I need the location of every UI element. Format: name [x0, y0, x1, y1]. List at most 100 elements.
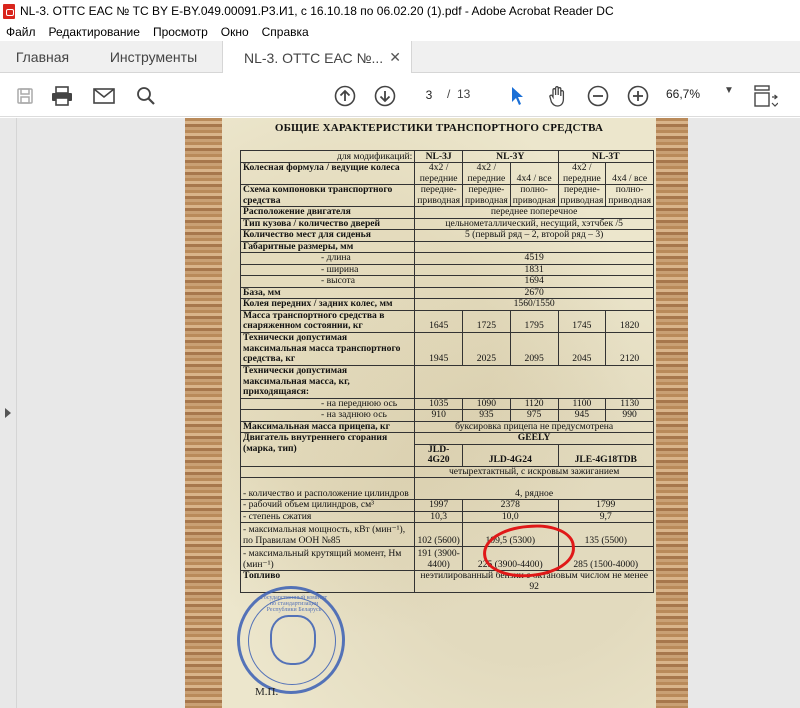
email-icon[interactable]: [91, 83, 117, 109]
navigation-pane-strip[interactable]: [0, 118, 17, 708]
print-icon[interactable]: [49, 83, 75, 109]
fit-page-icon[interactable]: [750, 83, 780, 109]
menu-file[interactable]: Файл: [0, 25, 43, 39]
page-number-input[interactable]: 3: [412, 84, 446, 106]
wheel-cell: 4x4 / все: [509, 162, 559, 185]
model-nl3y: NL-3Y: [462, 150, 559, 163]
compression-label: - степень сжатия: [239, 510, 416, 523]
gvw-cell: 2120: [605, 331, 654, 366]
curb-mass-cell: 1820: [605, 309, 654, 333]
displacement-label: - рабочий объем цилиндров, см³: [239, 499, 416, 512]
menu-window[interactable]: Окно: [215, 25, 256, 39]
gvw-cell: 1945: [414, 331, 464, 366]
body-value: цельнометаллический, несущий, хэтчбек /5: [414, 217, 654, 230]
toolbar: 3 / 13 66,7% ▼: [0, 73, 800, 117]
layout-cell: полно-приводная: [509, 184, 559, 207]
close-tab-icon[interactable]: ✕: [389, 49, 401, 66]
wheel-cell: 4x2 / передние: [414, 162, 464, 185]
wheel-cell: 4x4 / все: [605, 162, 654, 185]
document-heading: ОБЩИЕ ХАРАКТЕРИСТИКИ ТРАНСПОРТНОГО СРЕДС…: [274, 122, 604, 134]
zoom-level[interactable]: 66,7%: [666, 87, 700, 101]
engine-position-label: Расположение двигателя: [239, 206, 416, 219]
width-value: 1831: [414, 263, 654, 276]
official-stamp: Государственный комитет по стандартизаци…: [237, 586, 345, 694]
gvw-cell: 2025: [462, 331, 511, 366]
dimensions-value: [414, 240, 654, 253]
menu-help[interactable]: Справка: [256, 25, 316, 39]
engine-position-value: переднее поперечное: [414, 206, 654, 219]
rear-axle-cell: 975: [509, 409, 559, 422]
compression-cell: 10,3: [414, 510, 464, 523]
rear-axle-label: - на заднюю ось: [239, 409, 416, 422]
front-axle-cell: 1130: [605, 397, 654, 410]
power-cell: 102 (5600): [414, 522, 464, 547]
save-icon[interactable]: [12, 83, 38, 109]
acrobat-pdf-icon: [3, 3, 15, 19]
gvw-cell: 2095: [509, 331, 559, 366]
zoom-in-icon[interactable]: [625, 83, 651, 109]
gvw-cell: 2045: [557, 331, 607, 366]
curb-mass-cell: 1745: [557, 309, 607, 333]
seal-place-label: М.П.: [255, 686, 279, 698]
trailer-value: буксировка прицепа не предусмотрена: [414, 420, 654, 433]
curb-mass-label: Масса транспортного средства в снаряженн…: [239, 309, 416, 333]
axle-mass-value: [414, 364, 654, 399]
model-nl3j: NL-3J: [414, 150, 464, 163]
front-axle-cell: 1100: [557, 397, 607, 410]
search-icon[interactable]: [133, 83, 159, 109]
layout-cell: передне-приводная: [414, 184, 464, 207]
select-cursor-icon[interactable]: [504, 83, 530, 109]
layout-cell: передне-приводная: [462, 184, 511, 207]
engine-label: Двигатель внутреннего сгорания (марка, т…: [239, 432, 416, 467]
width-label: - ширина: [239, 263, 416, 276]
power-label: - максимальная мощность, кВт (мин⁻¹), по…: [239, 522, 416, 547]
spec-table: для модификаций: NL-3J NL-3Y NL-3T Колес…: [239, 150, 655, 593]
tab-tools[interactable]: Инструменты: [85, 41, 222, 73]
front-axle-cell: 1120: [509, 397, 559, 410]
expand-pane-icon[interactable]: [5, 408, 11, 418]
axle-mass-label: Технически допустимая максимальная масса…: [239, 364, 416, 399]
menu-view[interactable]: Просмотр: [147, 25, 215, 39]
page-down-icon[interactable]: [372, 83, 398, 109]
torque-cell: 191 (3900-4400): [414, 546, 464, 571]
dimensions-label: Габаритные размеры, мм: [239, 240, 416, 253]
vertical-scrollbar[interactable]: [792, 118, 800, 708]
tab-home[interactable]: Главная: [0, 41, 85, 73]
curb-mass-cell: 1725: [462, 309, 511, 333]
title-bar: NL-3. ОТТС ЕАС № ТС BY E-BY.049.00091.Р3…: [0, 0, 800, 22]
seats-label: Количество мест для сиденья: [239, 229, 416, 242]
page-separator: /: [447, 87, 451, 101]
page-total: 13: [457, 87, 471, 101]
zoom-out-icon[interactable]: [585, 83, 611, 109]
layout-label: Схема компоновки транспортного средства: [239, 184, 416, 207]
menu-edit[interactable]: Редактирование: [43, 25, 147, 39]
wheel-formula-label: Колесная формула / ведущие колеса: [239, 162, 416, 185]
length-value: 4519: [414, 252, 654, 265]
tab-document-label: NL-3. ОТТС ЕАС №...: [244, 49, 384, 66]
engine-model: JLE-4G18TDB: [557, 443, 655, 467]
wheel-cell: 4x2 / передние: [557, 162, 607, 185]
seats-value: 5 (первый ряд – 2, второй ряд – 3): [414, 229, 654, 242]
displacement-cell: 1799: [557, 499, 655, 512]
zoom-dropdown-icon[interactable]: ▼: [724, 85, 734, 96]
track-value: 1560/1550: [414, 298, 654, 311]
stamp-text: Государственный комитет по стандартизаци…: [260, 595, 328, 613]
compression-cell: 9,7: [557, 510, 655, 523]
model-nl3t: NL-3T: [557, 150, 655, 163]
page-up-icon[interactable]: [332, 83, 358, 109]
rear-axle-cell: 935: [462, 409, 511, 422]
menu-bar: Файл Редактирование Просмотр Окно Справк…: [0, 22, 800, 41]
hand-icon[interactable]: [545, 83, 571, 109]
height-label: - высота: [239, 275, 416, 288]
rear-axle-cell: 910: [414, 409, 464, 422]
cylinders-value: 4, рядное: [414, 477, 654, 500]
tab-document[interactable]: NL-3. ОТТС ЕАС №... ✕: [222, 41, 412, 74]
curb-mass-cell: 1795: [509, 309, 559, 333]
wheel-cell: 4x2 / передние: [462, 162, 511, 185]
torque-label: - максимальный крутящий момент, Нм (мин⁻…: [239, 546, 416, 571]
engine-model: JLD-4G20: [414, 443, 464, 467]
front-axle-cell: 1090: [462, 397, 511, 410]
document-viewer[interactable]: ОБЩИЕ ХАРАКТЕРИСТИКИ ТРАНСПОРТНОГО СРЕДС…: [0, 118, 800, 708]
trailer-label: Максимальная масса прицепа, кг: [239, 420, 416, 433]
compression-cell: 10,0: [462, 510, 559, 523]
